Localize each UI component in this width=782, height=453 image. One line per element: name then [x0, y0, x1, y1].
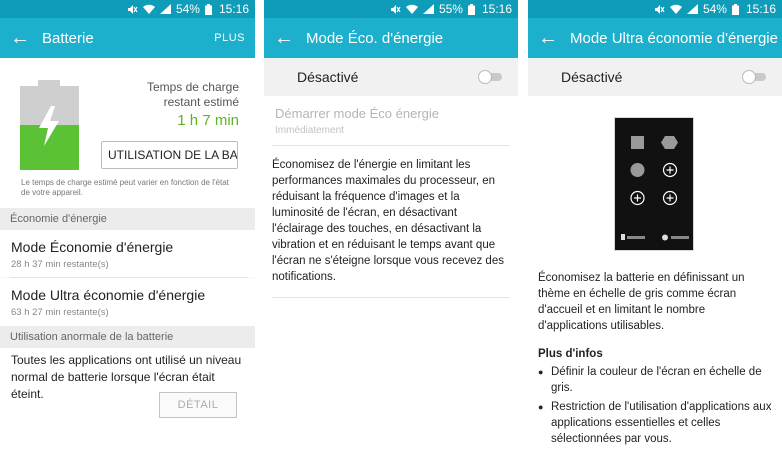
section-header-abnormal: Utilisation anormale de la batterie [0, 326, 255, 348]
divider [272, 297, 510, 298]
battery-percent: 55% [438, 2, 463, 16]
section-header-eco: Économie d'énergie [0, 208, 255, 230]
battery-icon [204, 3, 212, 15]
back-arrow-icon[interactable]: ← [538, 28, 558, 48]
master-toggle-row[interactable]: Désactivé [528, 58, 782, 96]
battery-icon [731, 3, 739, 15]
back-arrow-icon[interactable]: ← [10, 28, 30, 48]
clock: 15:16 [481, 2, 512, 16]
list-item-power-saving[interactable]: Mode Économie d'énergie 28 h 37 min rest… [0, 230, 255, 277]
grayscale-home-preview [614, 117, 694, 251]
signal-icon [686, 4, 698, 14]
list-item: Définir la couleur de l'écran en échelle… [538, 364, 778, 396]
power-saving-switch[interactable] [478, 70, 504, 84]
signal-icon [422, 4, 434, 14]
charge-time-value: 1 h 7 min [177, 112, 239, 129]
power-saving-screen: 55% 15:16 ← Mode Éco. d'énergie Désactiv… [264, 0, 518, 453]
app-bar: ← Mode Éco. d'énergie [264, 18, 518, 58]
signal-icon [159, 4, 171, 14]
clock: 15:16 [745, 2, 776, 16]
item-subtitle: 63 h 27 min restante(s) [11, 307, 109, 318]
lightning-bolt-icon [39, 106, 59, 146]
item-title: Mode Ultra économie d'énergie [11, 287, 206, 303]
start-mode-title: Démarrer mode Éco énergie [275, 106, 440, 121]
more-button[interactable]: PLUS [214, 32, 245, 44]
detail-button[interactable]: DÉTAIL [159, 392, 237, 418]
more-info-list: Définir la couleur de l'écran en échelle… [538, 364, 778, 450]
app-bar: ← Batterie PLUS [0, 18, 255, 58]
back-arrow-icon[interactable]: ← [274, 28, 294, 48]
status-bar: 54% 15:16 [0, 0, 255, 18]
battery-percent: 54% [175, 2, 200, 16]
page-title: Mode Éco. d'énergie [306, 29, 444, 47]
home-preview-icons [621, 136, 689, 241]
mute-icon [390, 4, 401, 15]
ultra-power-saving-switch[interactable] [742, 70, 768, 84]
page-title: Batterie [42, 29, 94, 47]
ultra-power-saving-screen: 54% 15:16 ← Mode Ultra économie d'énergi… [528, 0, 782, 453]
description: Économisez la batterie en définissant un… [538, 272, 745, 332]
status-bar: 54% 15:16 [528, 0, 782, 18]
charge-note: Le temps de charge estimé peut varier en… [21, 178, 229, 197]
page-title: Mode Ultra économie d'énergie [570, 29, 778, 47]
battery-screen: 54% 15:16 ← Batterie PLUS Temps de charg… [0, 0, 255, 453]
battery-usage-button[interactable]: UTILISATION DE LA BAT… [101, 141, 238, 169]
charge-time-label: Temps de charge restant estimé [146, 80, 239, 109]
master-toggle-row[interactable]: Désactivé [264, 58, 518, 96]
start-mode-subtitle: Immédiatement [275, 125, 344, 136]
divider [272, 145, 510, 146]
mute-icon [127, 4, 138, 15]
item-title: Mode Économie d'énergie [11, 239, 174, 255]
list-item-ultra-power-saving[interactable]: Mode Ultra économie d'énergie 63 h 27 mi… [0, 278, 255, 326]
battery-percent: 54% [702, 2, 727, 16]
clock: 15:16 [218, 2, 249, 16]
wifi-icon [142, 4, 155, 14]
description: Économisez de l'énergie en limitant les … [272, 159, 504, 283]
wifi-icon [669, 4, 682, 14]
mute-icon [654, 4, 665, 15]
battery-icon [467, 3, 475, 15]
toggle-label: Désactivé [561, 69, 623, 85]
toggle-label: Désactivé [297, 69, 359, 85]
item-subtitle: 28 h 37 min restante(s) [11, 259, 109, 270]
app-bar: ← Mode Ultra économie d'énergie [528, 18, 782, 58]
battery-graphic [20, 80, 79, 170]
list-item: Restriction de l'utilisation d'applicati… [538, 399, 778, 447]
status-bar: 55% 15:16 [264, 0, 518, 18]
wifi-icon [405, 4, 418, 14]
more-info-header: Plus d'infos [538, 348, 603, 360]
